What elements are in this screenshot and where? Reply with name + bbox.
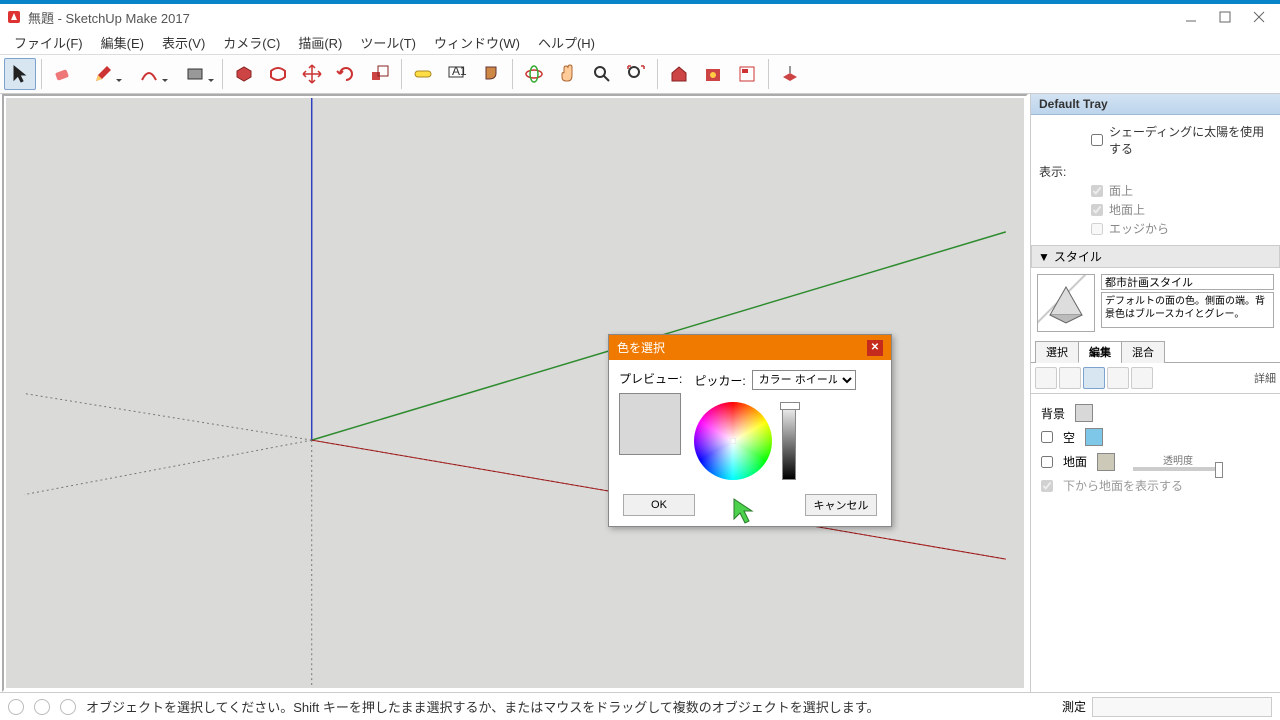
app-icon	[6, 9, 22, 25]
ok-button[interactable]: OK	[623, 494, 695, 516]
tray-title: Default Tray	[1031, 94, 1280, 115]
prop-bg: 背景	[1041, 404, 1270, 422]
sb-user-icon[interactable]	[60, 699, 76, 715]
minimize-icon[interactable]	[1184, 10, 1198, 24]
bg-swatch[interactable]	[1075, 404, 1093, 422]
tool-eraser[interactable]	[47, 58, 79, 90]
tool-orbit[interactable]	[518, 58, 550, 90]
sub-bg[interactable]	[1083, 367, 1105, 389]
style-desc: デフォルトの面の色。側面の端。背景色はブルースカイとグレー。	[1101, 292, 1274, 328]
menu-edit[interactable]: 編集(E)	[93, 31, 152, 54]
tool-rotate[interactable]	[330, 58, 362, 90]
sub-watermark[interactable]	[1107, 367, 1129, 389]
tool-ext-warehouse[interactable]	[697, 58, 729, 90]
tool-offset[interactable]	[262, 58, 294, 90]
window-title: 無題 - SketchUp Make 2017	[28, 8, 190, 27]
tray: Default Tray シェーディングに太陽を使用する 表示: 面上 地面上 …	[1030, 94, 1280, 692]
menu-camera[interactable]: カメラ(C)	[215, 31, 288, 54]
toolbar: A1	[0, 54, 1280, 94]
tab-mix[interactable]: 混合	[1121, 341, 1165, 363]
tool-scale[interactable]	[364, 58, 396, 90]
tool-move[interactable]	[296, 58, 328, 90]
close-icon[interactable]	[1252, 10, 1266, 24]
chk-face: 面上	[1091, 182, 1274, 199]
sub-model[interactable]	[1131, 367, 1153, 389]
transparency-slider[interactable]	[1133, 467, 1223, 471]
tool-text[interactable]: A1	[441, 58, 473, 90]
section-style[interactable]: ▼スタイル	[1031, 245, 1280, 268]
tool-rectangle[interactable]	[173, 58, 217, 90]
chk-ground: 地面上	[1091, 201, 1274, 218]
sub-edge[interactable]	[1035, 367, 1057, 389]
prop-sky[interactable]: 空	[1041, 428, 1270, 446]
svg-text:A1: A1	[452, 64, 467, 78]
tool-pan[interactable]	[552, 58, 584, 90]
tab-select[interactable]: 選択	[1035, 341, 1079, 363]
chk-shade-sun[interactable]: シェーディングに太陽を使用する	[1091, 123, 1274, 157]
tab-edit[interactable]: 編集	[1078, 341, 1122, 363]
sky-swatch[interactable]	[1085, 428, 1103, 446]
style-thumbnail[interactable]	[1037, 274, 1095, 332]
menu-file[interactable]: ファイル(F)	[6, 31, 91, 54]
tool-layout[interactable]	[731, 58, 763, 90]
prop-ground[interactable]: 地面 透明度	[1041, 452, 1270, 471]
sb-help-icon[interactable]	[8, 699, 24, 715]
prop-below: 下から地面を表示する	[1041, 477, 1270, 494]
tool-select[interactable]	[4, 58, 36, 90]
color-dialog: 色を選択 ✕ プレビュー: ピッカー: カラー ホイール OK キャンセル	[608, 334, 892, 527]
sub-face[interactable]	[1059, 367, 1081, 389]
tool-pencil[interactable]	[81, 58, 125, 90]
sb-info-icon[interactable]	[34, 699, 50, 715]
tool-paint[interactable]	[475, 58, 507, 90]
dialog-titlebar[interactable]: 色を選択 ✕	[609, 335, 891, 360]
chk-edge: エッジから	[1091, 220, 1274, 237]
tool-advanced[interactable]	[774, 58, 806, 90]
menubar: ファイル(F) 編集(E) 表示(V) カメラ(C) 描画(R) ツール(T) …	[0, 30, 1280, 54]
tool-tape[interactable]	[407, 58, 439, 90]
tool-pushpull[interactable]	[228, 58, 260, 90]
statusbar: オブジェクトを選択してください。Shift キーを押したまま選択するか、またはマ…	[0, 692, 1280, 720]
menu-view[interactable]: 表示(V)	[154, 31, 213, 54]
display-label: 表示:	[1039, 163, 1274, 180]
menu-window[interactable]: ウィンドウ(W)	[426, 31, 528, 54]
picker-mode-select[interactable]: カラー ホイール	[752, 370, 856, 390]
status-hint: オブジェクトを選択してください。Shift キーを押したまま選択するか、またはマ…	[86, 697, 880, 716]
style-name-input[interactable]	[1101, 274, 1274, 290]
tool-zoom[interactable]	[586, 58, 618, 90]
tool-zoom-extents[interactable]	[620, 58, 652, 90]
value-slider[interactable]	[782, 402, 796, 480]
preview-swatch	[619, 393, 681, 455]
titlebar: 無題 - SketchUp Make 2017	[0, 4, 1280, 30]
menu-help[interactable]: ヘルプ(H)	[530, 31, 603, 54]
preview-label: プレビュー:	[619, 370, 682, 387]
dialog-close-icon[interactable]: ✕	[867, 340, 883, 356]
maximize-icon[interactable]	[1218, 10, 1232, 24]
tool-warehouse[interactable]	[663, 58, 695, 90]
picker-label: ピッカー:	[694, 372, 745, 389]
ground-swatch[interactable]	[1097, 453, 1115, 471]
menu-tools[interactable]: ツール(T)	[352, 31, 424, 54]
tool-arc[interactable]	[127, 58, 171, 90]
menu-draw[interactable]: 描画(R)	[290, 31, 350, 54]
cancel-button[interactable]: キャンセル	[805, 494, 877, 516]
sub-label: 詳細	[1254, 370, 1276, 386]
measure-input[interactable]	[1092, 697, 1272, 717]
measure-label: 測定	[1062, 698, 1086, 715]
color-wheel[interactable]	[694, 402, 772, 480]
